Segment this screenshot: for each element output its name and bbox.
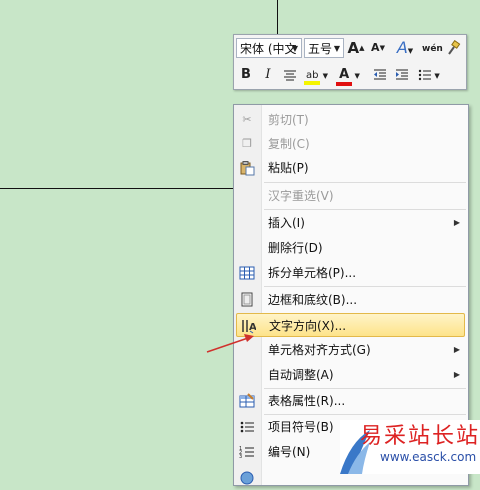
annotation-arrow [206, 334, 254, 353]
watermark: 易采站长站 www.easck.com [340, 412, 480, 474]
watermark-url: www.easck.com [380, 450, 477, 464]
watermark-title: 易采站长站 [360, 424, 480, 449]
